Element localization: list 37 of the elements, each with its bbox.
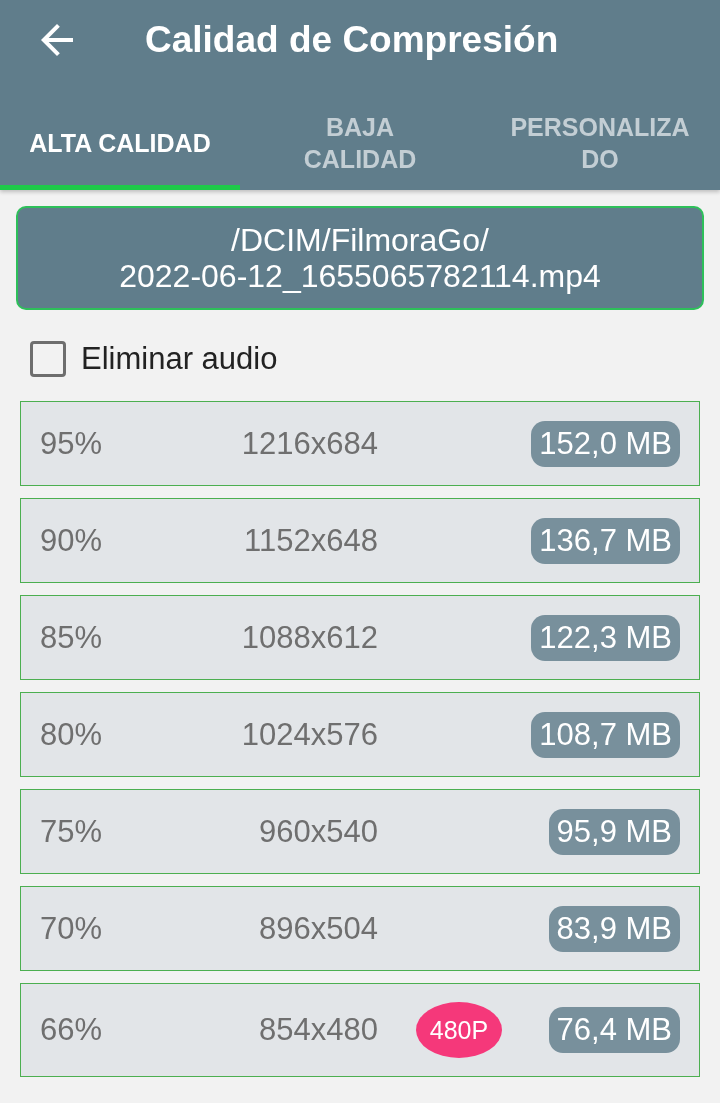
file-size-badge: 136,7 MB — [531, 517, 680, 564]
file-size-badge: 108,7 MB — [531, 711, 680, 758]
quality-option[interactable]: 90% 1152x648 136,7 MB — [20, 498, 700, 583]
quality-option[interactable]: 66% 854x480 480P 76,4 MB — [20, 983, 700, 1077]
quality-percent: 66% — [40, 1012, 104, 1048]
quality-percent: 75% — [40, 813, 104, 850]
resolution-text: 1152x648 — [244, 522, 378, 559]
file-size-badge: 76,4 MB — [548, 1007, 680, 1053]
checkbox-label[interactable]: Eliminar audio — [81, 341, 278, 377]
file-size-badge: 83,9 MB — [548, 905, 680, 952]
quality-option[interactable]: 80% 1024x576 108,7 MB — [20, 692, 700, 777]
resolution-text: 854x480 — [259, 1012, 378, 1048]
screen-title: Calidad de Compresión — [145, 19, 559, 61]
quality-option[interactable]: 75% 960x540 95,9 MB — [20, 789, 700, 874]
quality-percent: 85% — [40, 619, 104, 656]
quality-option[interactable]: 70% 896x504 83,9 MB — [20, 886, 700, 971]
quality-percent: 70% — [40, 910, 104, 947]
file-path-label: /DCIM/FilmoraGo/ 2022-06-12_1655065782114.mp4 — [16, 206, 704, 310]
resolution-text: 1216x684 — [241, 425, 378, 462]
resolution-text: 896x504 — [259, 910, 378, 947]
file-size-badge: 122,3 MB — [531, 614, 680, 661]
quality-percent: 80% — [40, 716, 104, 753]
quality-percent: 90% — [40, 522, 104, 559]
resolution-text: 1088x612 — [241, 619, 378, 656]
resolution-badge: 480P — [416, 1002, 502, 1058]
file-size-badge: 95,9 MB — [548, 808, 680, 855]
checkbox[interactable] — [30, 341, 66, 377]
quality-percent: 95% — [40, 425, 104, 462]
resolution-text: 1024x576 — [241, 716, 378, 753]
file-size-badge: 152,0 MB — [531, 420, 680, 467]
tab[interactable]: PERSONALIZADO — [480, 80, 720, 190]
tab[interactable]: BAJA CALIDAD — [240, 80, 480, 190]
tab[interactable]: ALTA CALIDAD — [0, 80, 240, 190]
left-arrow-icon — [41, 24, 73, 56]
quality-option[interactable]: 95% 1216x684 152,0 MB — [20, 401, 700, 486]
quality-option[interactable]: 85% 1088x612 122,3 MB — [20, 595, 700, 680]
resolution-text: 960x540 — [259, 813, 378, 850]
